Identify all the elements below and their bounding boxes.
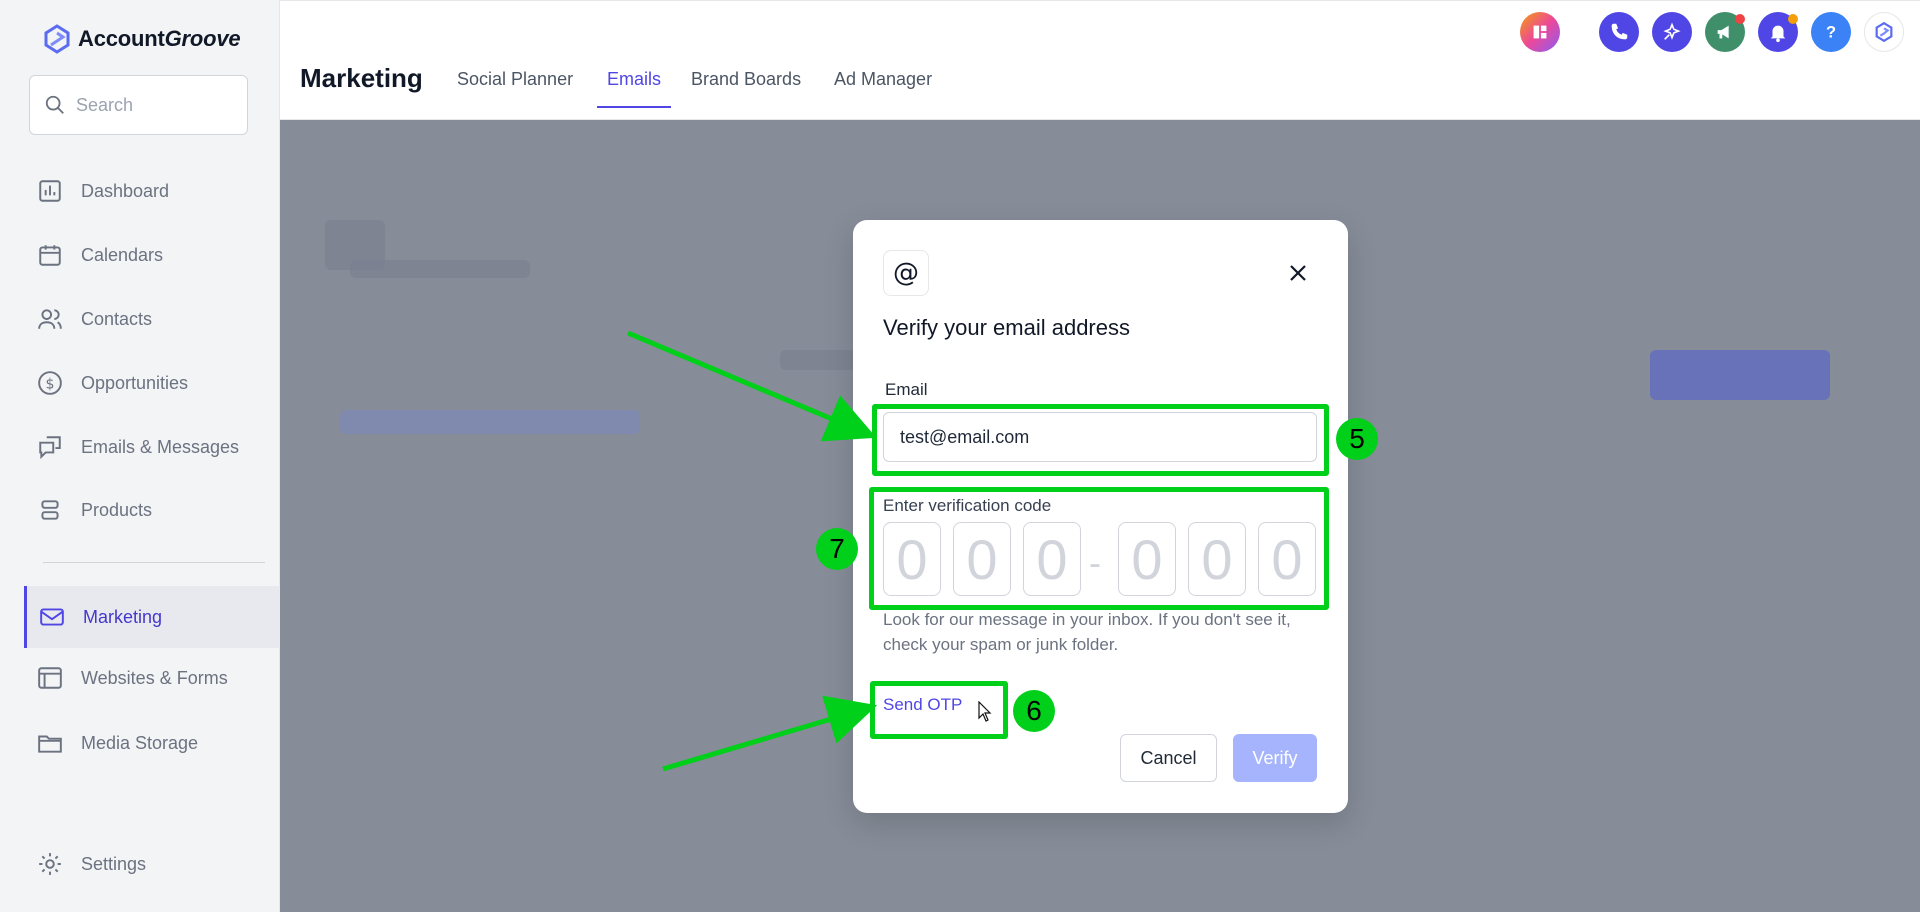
phone-icon	[1611, 23, 1628, 40]
phone-button[interactable]	[1599, 12, 1639, 52]
notification-dot	[1735, 14, 1745, 24]
highlight-email-field	[872, 404, 1329, 476]
sidebar-item-label: Websites & Forms	[81, 667, 228, 688]
announcements-button[interactable]	[1705, 12, 1745, 52]
box-icon	[41, 500, 59, 520]
folder-icon	[38, 735, 62, 753]
sidebar-item-label: Settings	[81, 853, 147, 874]
step-badge-5: 5	[1336, 418, 1378, 460]
sidebar-item-emails-messages[interactable]: Emails & Messages	[0, 419, 280, 475]
tab-ad-manager[interactable]: Ad Manager	[834, 69, 932, 90]
sidebar-item-label: Opportunities	[81, 372, 189, 393]
page-title: Marketing	[300, 63, 423, 93]
step-badge-6: 6	[1013, 690, 1055, 732]
bell-icon	[1770, 25, 1786, 43]
apps-button[interactable]	[1520, 12, 1560, 52]
modal-title: Verify your email address	[883, 315, 1130, 340]
search-placeholder: Search	[76, 94, 134, 115]
close-icon	[1290, 265, 1306, 281]
profile-logo-icon	[1875, 21, 1893, 43]
help-icon: ?	[1826, 24, 1836, 42]
highlight-verification-code	[869, 487, 1329, 610]
sidebar-item-label: Marketing	[83, 606, 163, 627]
sidebar-item-calendars[interactable]: Calendars	[0, 227, 280, 283]
top-bar: Marketing Social Planner Emails Brand Bo…	[280, 0, 1920, 120]
sidebar-item-label: Media Storage	[81, 732, 199, 753]
email-label: Email	[885, 380, 928, 399]
verify-button[interactable]: Verify	[1233, 734, 1317, 782]
close-button[interactable]	[1283, 258, 1313, 288]
sidebar-item-websites-forms[interactable]: Websites & Forms	[0, 650, 280, 706]
sidebar-item-settings[interactable]: Settings	[0, 836, 280, 892]
ai-assistant-button[interactable]	[1652, 12, 1692, 52]
gear-icon	[39, 853, 61, 875]
tab-brand-boards[interactable]: Brand Boards	[691, 69, 801, 90]
sidebar-item-label: Products	[81, 499, 153, 520]
profile-button[interactable]	[1864, 12, 1904, 52]
chart-icon	[39, 180, 61, 202]
megaphone-icon	[1717, 25, 1729, 39]
tab-social-planner[interactable]: Social Planner	[457, 69, 573, 90]
sidebar-item-label: Emails & Messages	[81, 436, 240, 457]
sidebar-item-label: Calendars	[81, 244, 164, 265]
at-sign-icon: @	[883, 250, 929, 296]
sidebar-item-marketing[interactable]: Marketing	[24, 586, 280, 648]
calendar-icon	[39, 245, 61, 266]
sidebar-item-label: Contacts	[81, 308, 153, 329]
sidebar-divider	[43, 562, 265, 563]
dollar-icon: $	[38, 371, 62, 395]
blurred-content	[340, 410, 640, 434]
cancel-button[interactable]: Cancel	[1120, 734, 1217, 782]
highlight-send-otp	[870, 681, 1008, 739]
step-badge-7: 7	[816, 528, 858, 570]
brand-name: AccountGroove	[78, 26, 241, 51]
active-tab-indicator	[597, 106, 671, 108]
magic-icon	[1663, 22, 1681, 40]
verification-hint: Look for our message in your inbox. If y…	[883, 610, 1291, 654]
search-input[interactable]: Search	[29, 75, 248, 135]
notifications-button[interactable]	[1758, 12, 1798, 52]
sidebar-item-opportunities[interactable]: $ Opportunities	[0, 355, 280, 411]
sidebar: AccountGroove Search Dashboard Calendars…	[0, 0, 280, 912]
tab-emails[interactable]: Emails	[607, 69, 661, 90]
messages-icon	[39, 436, 61, 460]
apps-icon	[1533, 25, 1547, 39]
sidebar-item-dashboard[interactable]: Dashboard	[0, 163, 280, 219]
brand-logo[interactable]: AccountGroove	[42, 24, 241, 54]
blurred-content	[1650, 350, 1830, 400]
sidebar-item-contacts[interactable]: Contacts	[0, 291, 280, 347]
brand-logo-icon	[44, 24, 70, 54]
mail-icon	[40, 608, 64, 626]
sidebar-item-label: Dashboard	[81, 180, 170, 201]
search-icon	[45, 95, 64, 114]
svg-text:?: ?	[1826, 24, 1836, 42]
sidebar-item-products[interactable]: Products	[0, 482, 280, 538]
blurred-content	[350, 260, 530, 278]
sidebar-item-media-storage[interactable]: Media Storage	[0, 715, 280, 771]
browser-icon	[38, 667, 62, 689]
help-button[interactable]: ?	[1811, 12, 1851, 52]
svg-text:$: $	[46, 376, 55, 392]
users-icon	[38, 309, 62, 329]
notification-dot	[1788, 14, 1798, 24]
